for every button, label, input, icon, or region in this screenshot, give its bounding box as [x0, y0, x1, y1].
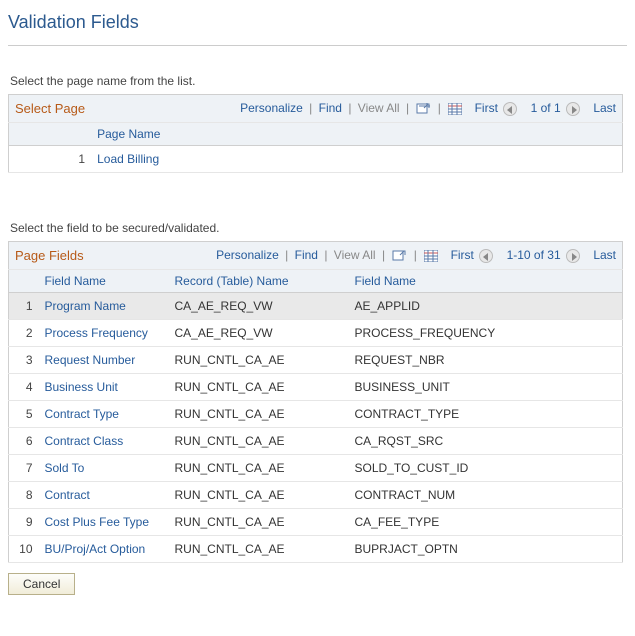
find-link[interactable]: Find [319, 101, 342, 115]
personalize-link[interactable]: Personalize [216, 248, 279, 262]
rownum-header [9, 270, 39, 293]
page-name-link[interactable]: Load Billing [91, 146, 622, 173]
table-row: 3Request NumberRUN_CNTL_CA_AEREQUEST_NBR [9, 347, 623, 374]
col-record-name[interactable]: Record (Table) Name [169, 270, 349, 293]
row-number: 9 [9, 509, 39, 536]
field-name-cell: REQUEST_NBR [349, 347, 623, 374]
page-fields-prompt: Select the field to be secured/validated… [10, 221, 627, 235]
field-label-link[interactable]: Cost Plus Fee Type [39, 509, 169, 536]
nav-range: 1-10 of 31 [499, 248, 561, 262]
personalize-link[interactable]: Personalize [240, 101, 303, 115]
table-row: 5Contract TypeRUN_CNTL_CA_AECONTRACT_TYP… [9, 401, 623, 428]
record-name-cell: CA_AE_REQ_VW [169, 293, 349, 320]
col-page-name[interactable]: Page Name [91, 123, 622, 146]
table-row: 6Contract ClassRUN_CNTL_CA_AECA_RQST_SRC [9, 428, 623, 455]
view-all-link[interactable]: View All [358, 101, 400, 115]
field-name-cell: CA_FEE_TYPE [349, 509, 623, 536]
select-page-grid-title: Select Page [9, 95, 92, 123]
table-row: 2Process FrequencyCA_AE_REQ_VWPROCESS_FR… [9, 320, 623, 347]
separator: | [379, 248, 388, 262]
record-name-cell: RUN_CNTL_CA_AE [169, 428, 349, 455]
field-label-link[interactable]: Process Frequency [39, 320, 169, 347]
field-label-link[interactable]: Program Name [39, 293, 169, 320]
next-icon[interactable] [566, 102, 580, 116]
field-label-link[interactable]: Contract [39, 482, 169, 509]
field-label-link[interactable]: Contract Type [39, 401, 169, 428]
title-divider [8, 45, 627, 46]
col-field-name[interactable]: Field Name [349, 270, 623, 293]
row-number: 2 [9, 320, 39, 347]
record-name-cell: RUN_CNTL_CA_AE [169, 374, 349, 401]
separator: | [411, 248, 420, 262]
spreadsheet-icon[interactable] [448, 103, 462, 115]
field-label-link[interactable]: Contract Class [39, 428, 169, 455]
prev-icon[interactable] [503, 102, 517, 116]
field-label-link[interactable]: Business Unit [39, 374, 169, 401]
separator: | [345, 101, 354, 115]
cancel-button[interactable]: Cancel [8, 573, 75, 595]
nav-first[interactable]: First [443, 248, 474, 262]
nav-range: 1 of 1 [523, 101, 561, 115]
record-name-cell: RUN_CNTL_CA_AE [169, 401, 349, 428]
page-fields-grid: Page Fields Personalize | Find | View Al… [8, 241, 623, 563]
field-name-cell: CONTRACT_NUM [349, 482, 623, 509]
field-name-cell: AE_APPLID [349, 293, 623, 320]
separator: | [282, 248, 291, 262]
zoom-icon[interactable] [416, 103, 430, 115]
table-row: 9Cost Plus Fee TypeRUN_CNTL_CA_AECA_FEE_… [9, 509, 623, 536]
row-number: 1 [9, 146, 92, 173]
separator: | [321, 248, 330, 262]
table-row: 1 Load Billing [9, 146, 623, 173]
spreadsheet-icon[interactable] [424, 250, 438, 262]
view-all-link[interactable]: View All [334, 248, 376, 262]
select-page-grid: Select Page Personalize | Find | View Al… [8, 94, 623, 173]
zoom-icon[interactable] [392, 250, 406, 262]
separator: | [403, 101, 412, 115]
record-name-cell: RUN_CNTL_CA_AE [169, 455, 349, 482]
row-number: 4 [9, 374, 39, 401]
nav-first[interactable]: First [467, 101, 498, 115]
row-number: 8 [9, 482, 39, 509]
row-number: 7 [9, 455, 39, 482]
nav-last[interactable]: Last [585, 248, 616, 262]
record-name-cell: CA_AE_REQ_VW [169, 320, 349, 347]
rownum-header [9, 123, 92, 146]
table-row: 7Sold ToRUN_CNTL_CA_AESOLD_TO_CUST_ID [9, 455, 623, 482]
row-number: 10 [9, 536, 39, 563]
record-name-cell: RUN_CNTL_CA_AE [169, 347, 349, 374]
separator: | [306, 101, 315, 115]
field-label-link[interactable]: BU/Proj/Act Option [39, 536, 169, 563]
table-row: 1Program NameCA_AE_REQ_VWAE_APPLID [9, 293, 623, 320]
select-page-prompt: Select the page name from the list. [10, 74, 627, 88]
field-name-cell: CONTRACT_TYPE [349, 401, 623, 428]
field-label-link[interactable]: Sold To [39, 455, 169, 482]
record-name-cell: RUN_CNTL_CA_AE [169, 482, 349, 509]
field-label-link[interactable]: Request Number [39, 347, 169, 374]
table-row: 4Business UnitRUN_CNTL_CA_AEBUSINESS_UNI… [9, 374, 623, 401]
row-number: 1 [9, 293, 39, 320]
prev-icon[interactable] [479, 249, 493, 263]
next-icon[interactable] [566, 249, 580, 263]
page-fields-grid-title: Page Fields [9, 242, 169, 270]
field-name-cell: BUSINESS_UNIT [349, 374, 623, 401]
table-row: 8ContractRUN_CNTL_CA_AECONTRACT_NUM [9, 482, 623, 509]
row-number: 6 [9, 428, 39, 455]
table-row: 10BU/Proj/Act OptionRUN_CNTL_CA_AEBUPRJA… [9, 536, 623, 563]
col-field-label[interactable]: Field Name [39, 270, 169, 293]
page-title: Validation Fields [8, 12, 627, 37]
record-name-cell: RUN_CNTL_CA_AE [169, 536, 349, 563]
field-name-cell: BUPRJACT_OPTN [349, 536, 623, 563]
row-number: 5 [9, 401, 39, 428]
field-name-cell: CA_RQST_SRC [349, 428, 623, 455]
nav-last[interactable]: Last [585, 101, 616, 115]
field-name-cell: SOLD_TO_CUST_ID [349, 455, 623, 482]
row-number: 3 [9, 347, 39, 374]
record-name-cell: RUN_CNTL_CA_AE [169, 509, 349, 536]
field-name-cell: PROCESS_FREQUENCY [349, 320, 623, 347]
separator: | [435, 101, 444, 115]
find-link[interactable]: Find [295, 248, 318, 262]
